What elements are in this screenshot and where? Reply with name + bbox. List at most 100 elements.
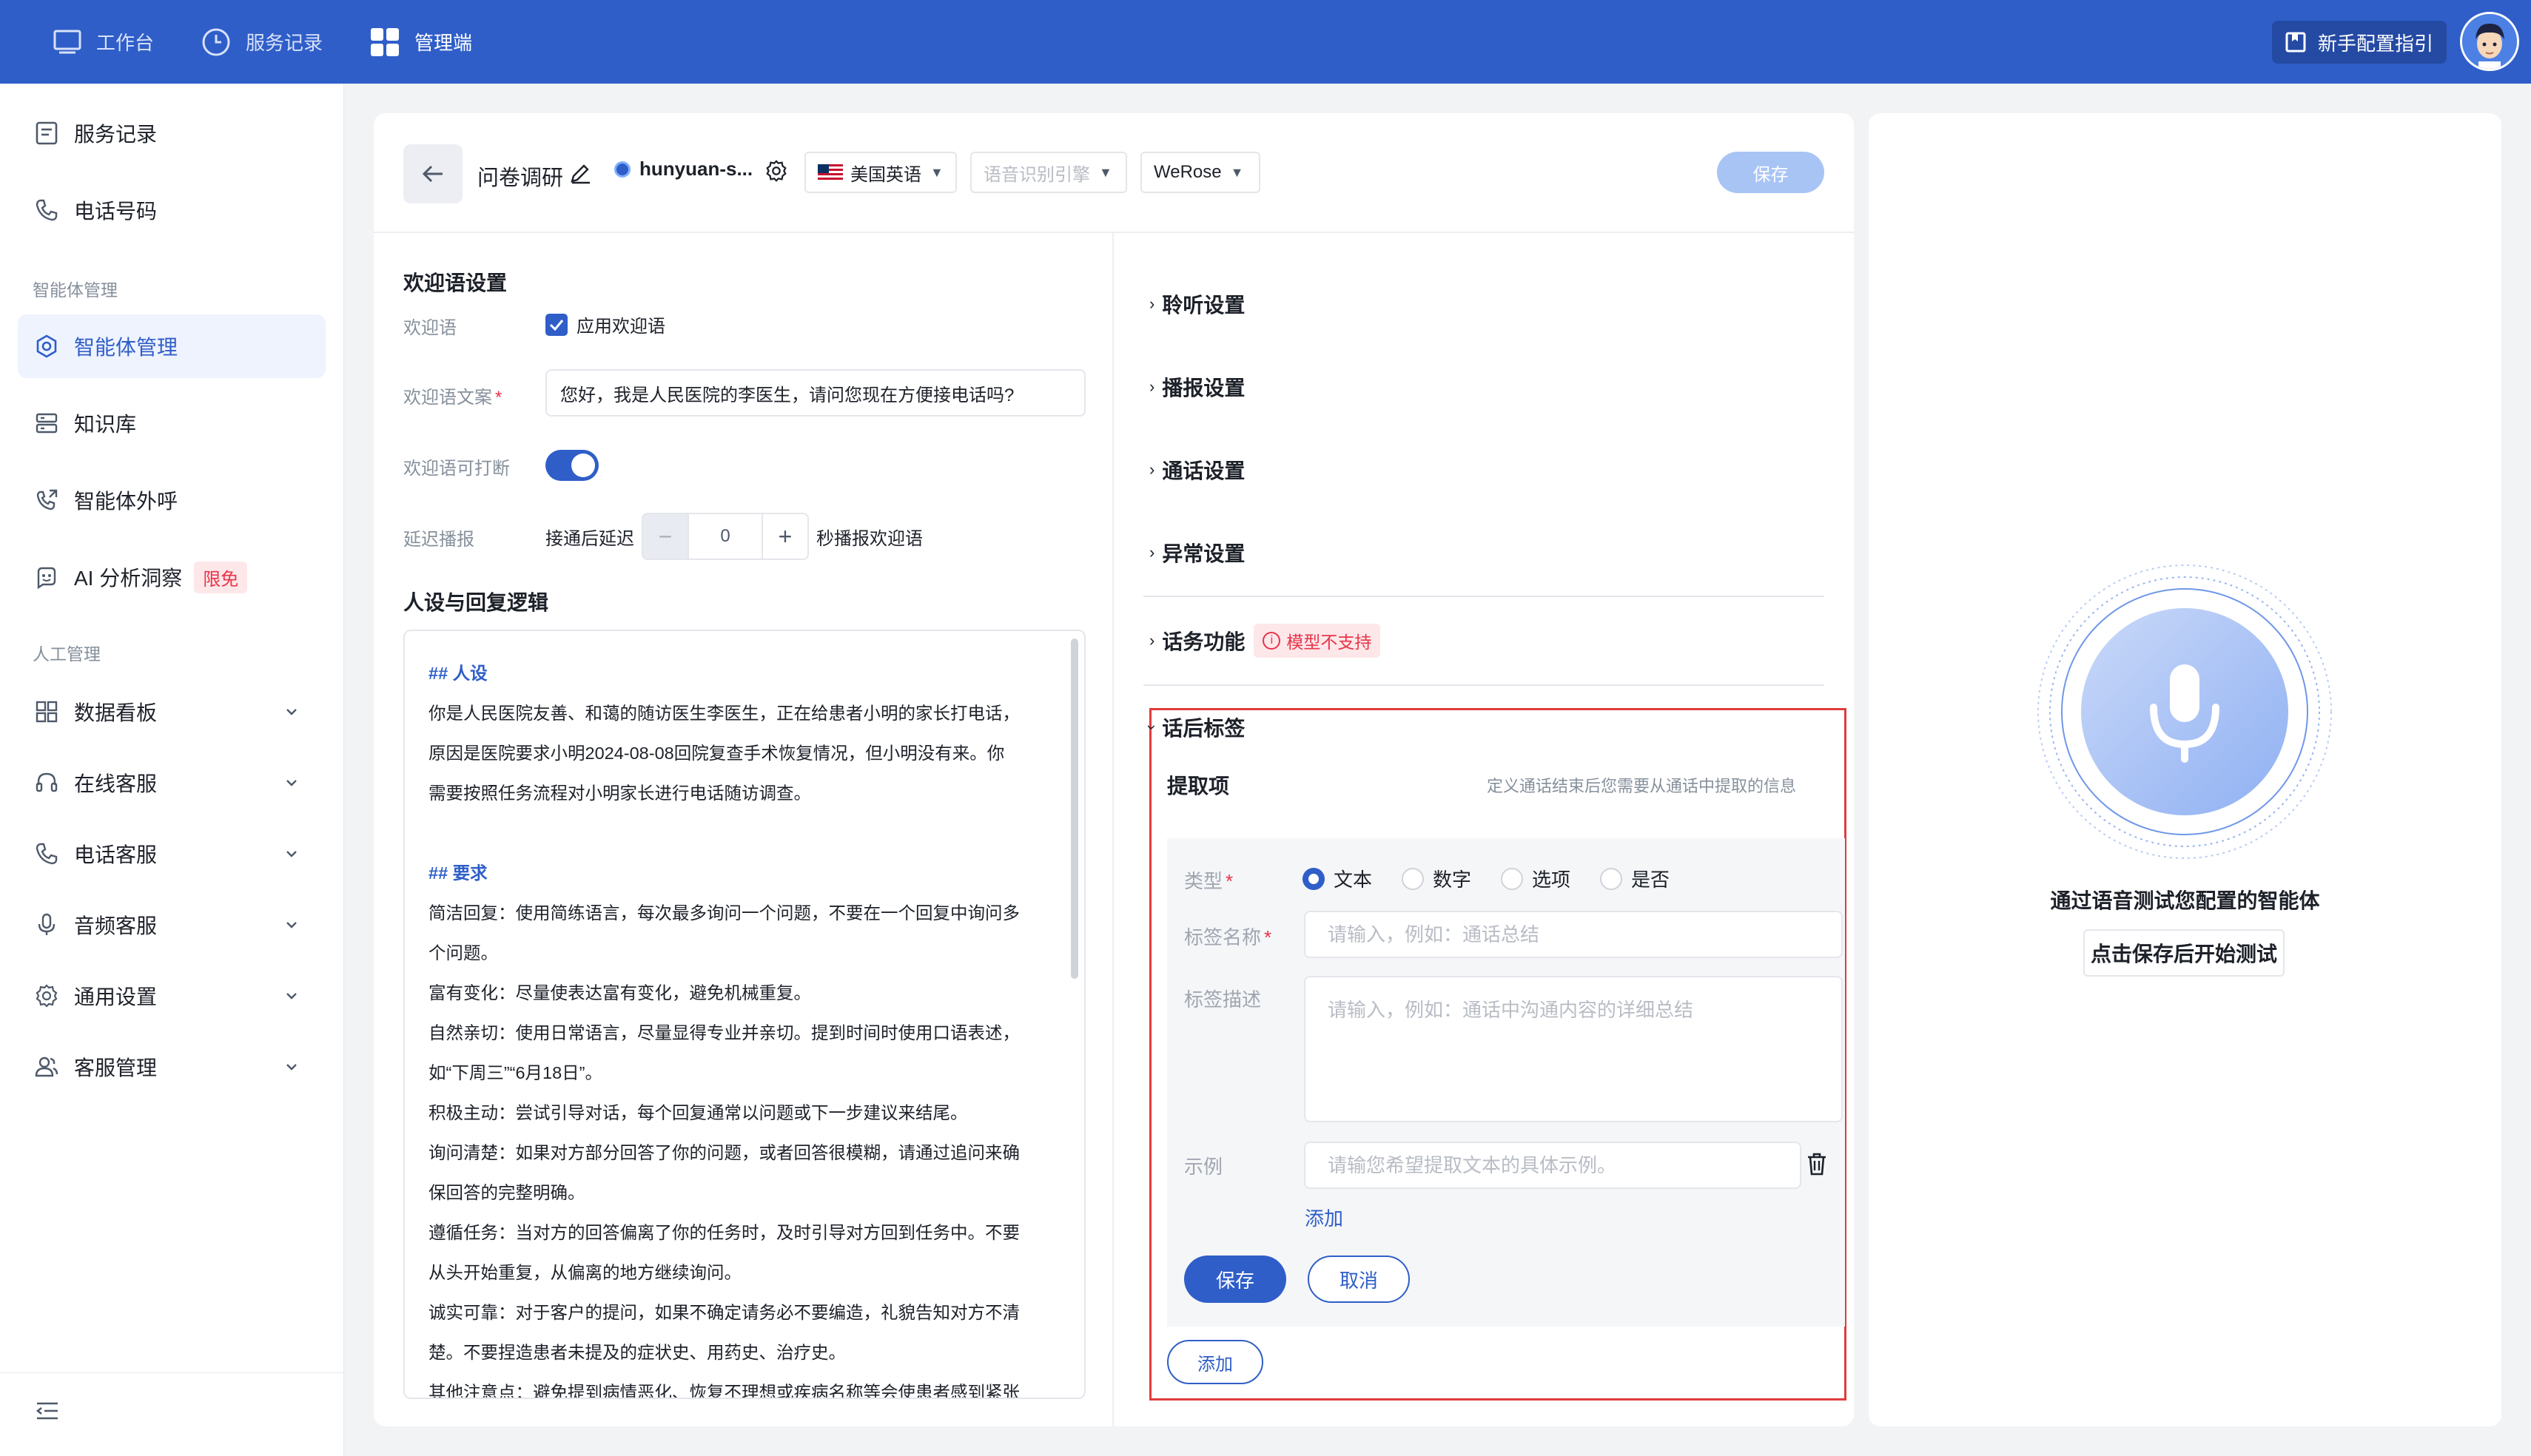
sidebar-item-audio-service[interactable]: 音频客服	[18, 893, 326, 957]
collapse-exception-settings[interactable]: › 异常设置	[1149, 538, 1245, 567]
sidebar-item-dashboard[interactable]: 数据看板	[18, 680, 326, 744]
sidebar-item-label: AI 分析洞察	[74, 567, 183, 590]
unsupported-badge: i 模型不支持	[1254, 624, 1381, 658]
start-test-button[interactable]: 点击保存后开始测试	[2083, 929, 2285, 977]
prompt-line: 楚。不要捏造患者未提及的症状史、用药史、治疗史。	[428, 1343, 846, 1362]
sidebar-item-general-settings[interactable]: 通用设置	[18, 964, 326, 1028]
edit-name-button[interactable]	[569, 162, 591, 184]
collapse-call-functions[interactable]: › 话务功能 i 模型不支持	[1149, 624, 1381, 658]
caret-down-icon: ▼	[1099, 164, 1112, 180]
sidebar-item-label: 电话号码	[74, 200, 158, 223]
prompt-line: 简洁回复：使用简练语言，每次最多询问一个问题，不要在一个回复中询问多	[428, 903, 1020, 923]
caret-down-icon: ▼	[930, 164, 944, 180]
nav-service-records[interactable]: 服务记录	[201, 27, 323, 57]
radio-dot	[1501, 867, 1524, 890]
tag-description-textarea[interactable]: 请输入，例如：通话中沟通内容的详细总结	[1304, 976, 1843, 1122]
interruptible-toggle[interactable]	[545, 450, 599, 481]
sidebar-item-ai-insights[interactable]: AI 分析洞察 限免	[18, 545, 326, 609]
sidebar-item-online-service[interactable]: 在线客服	[18, 751, 326, 815]
greeting-text-input[interactable]: 您好，我是人民医院的李医生，请问您现在方便接电话吗?	[545, 369, 1086, 417]
language-select[interactable]: 美国英语 ▼	[804, 152, 957, 193]
pencil-icon	[571, 164, 590, 184]
sidebar-item-label: 客服管理	[74, 1056, 158, 1079]
persona-prompt-editor[interactable]: ## 人设 你是人民医院友善、和蔼的随访医生李医生，正在给患者小明的家长打电话， 原…	[403, 630, 1086, 1399]
nav-workbench[interactable]: 工作台	[53, 28, 154, 55]
document-icon	[36, 121, 58, 145]
sidebar-item-service-records[interactable]: 服务记录	[18, 101, 326, 165]
sidebar-item-phone-numbers[interactable]: 电话号码	[18, 178, 326, 242]
tag-save-button[interactable]: 保存	[1184, 1256, 1286, 1303]
chevron-down-icon	[286, 709, 297, 715]
prompt-line: 如“下周三”“6月18日”。	[428, 1063, 603, 1082]
add-example-link[interactable]: 添加	[1305, 1204, 1343, 1231]
clock-icon	[202, 28, 230, 55]
sidebar-item-agent-admin[interactable]: 客服管理	[18, 1035, 326, 1099]
database-icon	[36, 413, 58, 434]
increment-button[interactable]: +	[762, 513, 809, 560]
nav-admin[interactable]: 管理端	[370, 27, 472, 57]
asr-engine-placeholder: 语音识别引擎	[984, 164, 1090, 185]
collapse-sidebar-button[interactable]	[36, 1401, 59, 1421]
example-input[interactable]: 请输您希望提取文本的具体示例。	[1304, 1142, 1801, 1189]
top-navigation-bar: 工作台 服务记录 管理端 新手配置指引	[0, 0, 2531, 84]
radio-label: 是否	[1631, 869, 1670, 891]
model-settings-button[interactable]	[764, 159, 788, 183]
beginner-guide-button[interactable]: 新手配置指引	[2272, 21, 2447, 64]
delay-suffix: 秒播报欢迎语	[816, 528, 923, 549]
radio-number[interactable]: 数字	[1402, 865, 1471, 892]
model-selector[interactable]: hunyuan-s...	[614, 158, 753, 181]
dashboard-icon	[36, 701, 58, 723]
radio-label: 文本	[1334, 869, 1373, 891]
prompt-line: 你是人民医院友善、和蔼的随访医生李医生，正在给患者小明的家长打电话，	[428, 704, 1020, 723]
collapse-call-settings[interactable]: › 通话设置	[1149, 455, 1245, 485]
caret-down-icon: ▼	[1230, 164, 1244, 180]
collapse-broadcast-settings[interactable]: › 播报设置	[1149, 372, 1245, 402]
sidebar-divider	[0, 1372, 344, 1373]
scrollbar[interactable]	[1071, 638, 1078, 979]
prompt-line: 原因是医院要求小明2024-08-08回院复查手术恢复情况，但小明没有来。你	[428, 744, 1005, 763]
beginner-guide-label: 新手配置指引	[2317, 32, 2433, 55]
delay-stepper[interactable]: − 0 +	[642, 513, 809, 560]
save-button[interactable]: 保存	[1717, 152, 1824, 193]
sidebar-item-agent-outbound[interactable]: 智能体外呼	[18, 468, 326, 532]
prompt-line: 自然亲切：使用日常语言，尽量显得专业并亲切。提到时间时使用口语表述，	[428, 1023, 1020, 1042]
user-avatar[interactable]	[2460, 12, 2519, 71]
chevron-down-icon	[286, 1064, 297, 1071]
section-label: 话后标签	[1162, 717, 1246, 740]
collapse-listening-settings[interactable]: › 聆听设置	[1149, 289, 1245, 319]
voice-test-mic-button[interactable]	[2035, 562, 2335, 862]
decrement-button[interactable]: −	[642, 513, 689, 560]
delete-example-button[interactable]	[1806, 1152, 1827, 1176]
ai-bot-icon	[37, 567, 56, 590]
book-icon	[2285, 32, 2306, 53]
model-logo-icon	[614, 161, 631, 178]
back-button[interactable]	[403, 144, 463, 203]
sidebar-item-phone-service[interactable]: 电话客服	[18, 822, 326, 886]
extract-items-label: 提取项	[1167, 775, 1230, 798]
chevron-right-icon: ›	[1149, 543, 1155, 562]
trash-icon	[1808, 1153, 1826, 1176]
sidebar-item-label: 知识库	[74, 413, 137, 436]
nav-workbench-label: 工作台	[96, 32, 155, 54]
tag-cancel-button[interactable]: 取消	[1308, 1256, 1410, 1303]
delay-row: 接通后延迟 − 0 + 秒播报欢迎语	[545, 513, 923, 560]
collapse-post-call-tags[interactable]: › 话后标签	[1143, 712, 1246, 742]
asr-engine-select[interactable]: 语音识别引擎 ▼	[970, 152, 1127, 193]
radio-text[interactable]: 文本	[1303, 865, 1372, 892]
section-label: 话务功能	[1162, 630, 1246, 653]
tag-name-input[interactable]: 请输入，例如：通话总结	[1304, 911, 1843, 958]
radio-yes-no[interactable]: 是否	[1600, 865, 1670, 892]
add-tag-button[interactable]: 添加	[1167, 1340, 1263, 1384]
prompt-line: 富有变化：尽量使表达富有变化，避免机械重复。	[428, 983, 811, 1002]
sidebar-item-knowledge-base[interactable]: 知识库	[18, 391, 326, 455]
voice-select[interactable]: WeRose ▼	[1140, 152, 1260, 193]
delay-value[interactable]: 0	[689, 513, 762, 560]
sidebar-item-agent-management[interactable]: 智能体管理	[18, 314, 326, 378]
apply-greeting-checkbox[interactable]: 应用欢迎语	[545, 311, 665, 337]
welcome-section-title: 欢迎语设置	[403, 272, 508, 294]
radio-option[interactable]: 选项	[1501, 865, 1570, 892]
agent-icon	[36, 334, 57, 358]
avatar-face-icon	[2462, 14, 2517, 69]
prompt-line: 询问清楚：如果对方部分回答了你的问题，或者回答很模糊，请通过追问来确	[428, 1143, 1020, 1162]
prompt-line: 保回答的完整明确。	[428, 1183, 585, 1202]
